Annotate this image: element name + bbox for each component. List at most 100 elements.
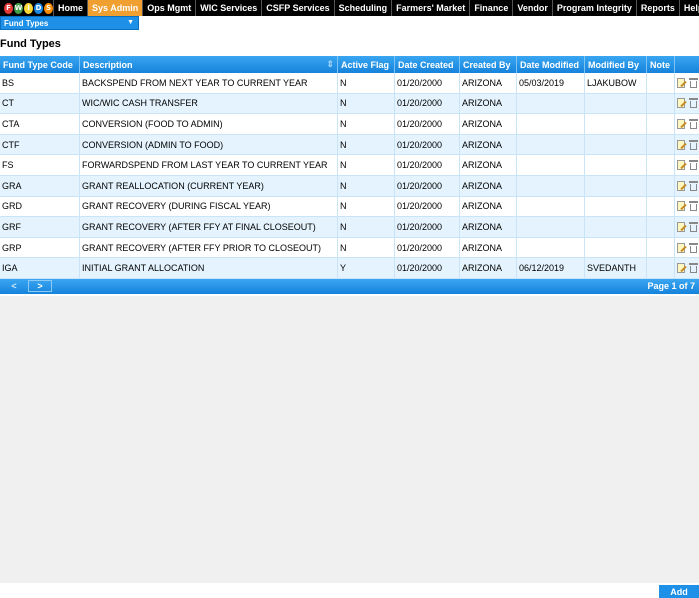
dropdown-value: Fund Types: [4, 18, 49, 28]
table-cell: BACKSPEND FROM NEXT YEAR TO CURRENT YEAR: [80, 73, 338, 93]
edit-icon[interactable]: [677, 118, 686, 129]
trash-icon[interactable]: [689, 118, 698, 129]
nav-item-scheduling[interactable]: Scheduling: [333, 0, 392, 16]
row-actions: [675, 114, 699, 134]
column-header-label: Note: [650, 59, 670, 70]
table-cell: N: [338, 114, 395, 134]
column-header-date-modified[interactable]: Date Modified: [517, 56, 585, 73]
table-body: BS BACKSPEND FROM NEXT YEAR TO CURRENT YE…: [0, 73, 699, 279]
nav-item-reports[interactable]: Reports: [635, 0, 679, 16]
edit-icon[interactable]: [677, 180, 686, 191]
fund-types-table: Fund Type Code Description ⇕ Active Flag Dat…: [0, 56, 699, 294]
page-indicator: Page 1 of 7: [647, 281, 695, 292]
nav-item-sys-admin[interactable]: Sys Admin: [87, 0, 143, 16]
table-cell: LJAKUBOW: [585, 73, 647, 93]
table-cell: GRANT RECOVERY (AFTER FFY PRIOR TO CLOSE…: [80, 237, 338, 258]
table-row[interactable]: GRA GRANT REALLOCATION (CURRENT YEAR) N 01/…: [0, 175, 699, 197]
trash-icon[interactable]: [689, 77, 698, 88]
nav-item-home[interactable]: Home: [53, 0, 87, 16]
trash-icon[interactable]: [689, 160, 698, 171]
table-row[interactable]: CTA CONVERSION (FOOD TO ADMIN) N 01/20/2000…: [0, 114, 699, 135]
table-cell: N: [338, 175, 395, 196]
edit-icon[interactable]: [677, 221, 686, 232]
row-actions: [675, 73, 699, 93]
trash-icon[interactable]: [689, 201, 698, 212]
nav-item-vendor[interactable]: Vendor: [512, 0, 552, 16]
edit-icon[interactable]: [677, 201, 686, 212]
edit-icon[interactable]: [677, 77, 686, 88]
column-header-created-by[interactable]: Created By: [460, 56, 517, 73]
trash-icon[interactable]: [689, 139, 698, 150]
table-cell: [585, 134, 647, 155]
column-header-note[interactable]: Note: [647, 56, 675, 73]
row-actions: [675, 176, 699, 196]
table-cell: CTF: [0, 134, 80, 155]
table-cell: [517, 175, 585, 196]
add-button[interactable]: Add: [659, 585, 699, 598]
table-row[interactable]: GRP GRANT RECOVERY (AFTER FFY PRIOR TO CL…: [0, 237, 699, 259]
table-cell: SVEDANTH: [585, 258, 647, 278]
table-cell: [517, 237, 585, 258]
main-nav: Home Sys Admin Ops Mgmt WIC Services CSFP Se…: [53, 0, 699, 16]
table-cell: 06/12/2019: [517, 258, 585, 278]
logo-letter: S: [44, 2, 53, 14]
next-page-button[interactable]: >: [28, 280, 52, 293]
row-actions: [675, 258, 699, 278]
table-row[interactable]: CTF CONVERSION (ADMIN TO FOOD) N 01/20/2000…: [0, 134, 699, 156]
column-header-label: Description: [83, 59, 133, 70]
table-cell: [517, 93, 585, 114]
column-header-description[interactable]: Description ⇕: [80, 56, 338, 73]
table-row[interactable]: GRD GRANT RECOVERY (DURING FISCAL YEAR) N 0…: [0, 196, 699, 218]
column-header-active-flag[interactable]: Active Flag: [338, 56, 395, 73]
table-cell: Y: [338, 258, 395, 278]
table-cell: ARIZONA: [460, 114, 517, 134]
nav-item-wic-services[interactable]: WIC Services: [195, 0, 261, 16]
chevron-down-icon: ▼: [127, 19, 134, 26]
table-row[interactable]: FS FORWARDSPEND FROM LAST YEAR TO CURRENT…: [0, 155, 699, 176]
nav-item-finance[interactable]: Finance: [469, 0, 512, 16]
table-cell: [647, 155, 675, 175]
table-cell: 01/20/2000: [395, 134, 460, 155]
trash-icon[interactable]: [689, 263, 698, 274]
table-cell: ARIZONA: [460, 196, 517, 217]
nav-item-help[interactable]: Help: [678, 0, 699, 16]
column-header-fund-type-code[interactable]: Fund Type Code: [0, 56, 80, 73]
trash-icon[interactable]: [689, 98, 698, 109]
table-cell: 01/20/2000: [395, 114, 460, 134]
trash-icon[interactable]: [689, 242, 698, 253]
table-pager: < > Page 1 of 7: [0, 278, 699, 294]
table-cell: ARIZONA: [460, 217, 517, 237]
table-cell: FS: [0, 155, 80, 175]
edit-icon[interactable]: [677, 263, 686, 274]
table-row[interactable]: GRF GRANT RECOVERY (AFTER FFY AT FINAL CL…: [0, 217, 699, 238]
table-cell: [585, 196, 647, 217]
edit-icon[interactable]: [677, 139, 686, 150]
nav-item-farmers-market[interactable]: Farmers' Market: [391, 0, 469, 16]
table-row[interactable]: CT WIC/WIC CASH TRANSFER N 01/20/2000 ARIZON…: [0, 93, 699, 115]
nav-item-ops-mgmt[interactable]: Ops Mgmt: [142, 0, 195, 16]
table-row[interactable]: BS BACKSPEND FROM NEXT YEAR TO CURRENT YE…: [0, 73, 699, 94]
trash-icon[interactable]: [689, 221, 698, 232]
edit-icon[interactable]: [677, 160, 686, 171]
table-row[interactable]: IGA INITIAL GRANT ALLOCATION Y 01/20/2000 AR…: [0, 258, 699, 279]
nav-item-csfp-services[interactable]: CSFP Services: [261, 0, 333, 16]
table-cell: N: [338, 155, 395, 175]
table-cell: INITIAL GRANT ALLOCATION: [80, 258, 338, 278]
table-cell: GRA: [0, 175, 80, 196]
edit-icon[interactable]: [677, 98, 686, 109]
table-cell: [647, 196, 675, 217]
fund-types-dropdown[interactable]: Fund Types ▼: [0, 16, 139, 30]
table-cell: 01/20/2000: [395, 258, 460, 278]
table-cell: CONVERSION (ADMIN TO FOOD): [80, 134, 338, 155]
column-header-date-created[interactable]: Date Created: [395, 56, 460, 73]
nav-item-program-integrity[interactable]: Program Integrity: [551, 0, 636, 16]
table-cell: GRD: [0, 196, 80, 217]
app-logo[interactable]: FWIDS: [0, 0, 53, 16]
column-header-modified-by[interactable]: Modified By: [585, 56, 647, 73]
edit-icon[interactable]: [677, 242, 686, 253]
prev-page-button[interactable]: <: [2, 280, 26, 292]
row-actions: [675, 94, 699, 114]
table-cell: N: [338, 93, 395, 114]
table-cell: CT: [0, 93, 80, 114]
trash-icon[interactable]: [689, 180, 698, 191]
